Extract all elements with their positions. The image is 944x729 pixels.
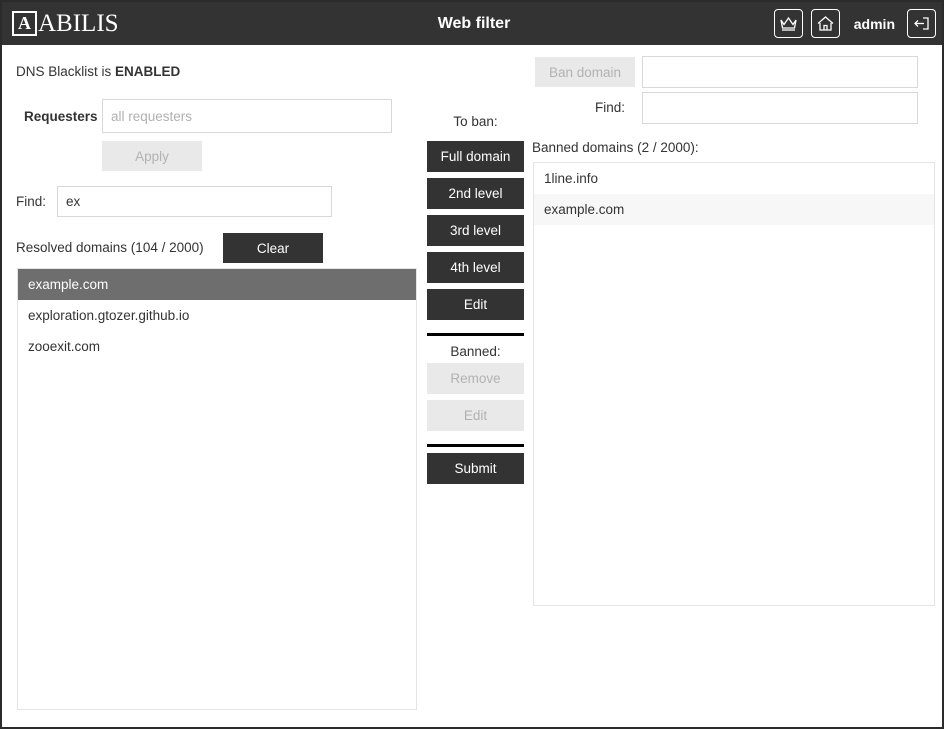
abilis-logo: A ABILIS [12,9,119,37]
ban-full-domain-button[interactable]: Full domain [427,141,524,172]
banned-find-input[interactable] [642,92,918,124]
ban-domain-button[interactable]: Ban domain [535,57,635,87]
requesters-input[interactable] [102,99,392,133]
apply-button[interactable]: Apply [102,141,202,171]
logout-icon[interactable] [907,9,936,38]
requesters-label: Requesters [24,109,98,124]
crown-icon[interactable] [773,9,803,38]
ban-domain-input[interactable] [642,56,918,88]
resolved-find-input[interactable] [57,186,332,217]
list-item[interactable]: example.com [18,269,416,300]
current-user-label: admin [853,15,895,32]
banned-find-label: Find: [595,100,626,115]
dns-blacklist-status-prefix: DNS Blacklist is [16,64,116,79]
banned-remove-button[interactable]: Remove [427,363,524,394]
ban-4th-level-button[interactable]: 4th level [427,252,524,283]
center-divider-bottom [427,444,524,447]
resolved-domains-label: Resolved domains (104 / 2000) [16,240,204,255]
clear-button[interactable]: Clear [223,233,323,263]
center-divider-top [427,333,524,336]
list-item[interactable]: 1line.info [534,163,934,194]
logo-mark: A [12,10,37,36]
banned-domains-label: Banned domains (2 / 2000): [532,140,699,155]
ban-3rd-level-button[interactable]: 3rd level [427,215,524,246]
home-icon[interactable] [810,9,840,38]
resolved-domains-list[interactable]: example.com exploration.gtozer.github.io z… [17,268,417,710]
dns-blacklist-status-value: ENABLED [115,64,181,79]
ban-2nd-level-button[interactable]: 2nd level [427,178,524,209]
logo-text: ABILIS [38,9,119,37]
banned-section-label: Banned: [450,344,501,359]
header-actions: admin [773,9,936,38]
to-ban-label: To ban: [453,114,498,129]
web-filter-page: A ABILIS Web filter admin DNS Blacklist … [0,0,944,729]
banned-domains-list[interactable]: 1line.info example.com [533,162,935,606]
submit-button[interactable]: Submit [427,453,524,484]
to-ban-edit-button[interactable]: Edit [427,289,524,320]
dns-blacklist-status: DNS Blacklist is ENABLED [16,64,180,79]
list-item[interactable]: zooexit.com [18,331,416,362]
resolved-find-label: Find: [16,194,47,209]
top-header-bar: A ABILIS Web filter admin [2,2,942,45]
list-item[interactable]: example.com [534,194,934,225]
banned-edit-button[interactable]: Edit [427,400,524,431]
list-item[interactable]: exploration.gtozer.github.io [18,300,416,331]
